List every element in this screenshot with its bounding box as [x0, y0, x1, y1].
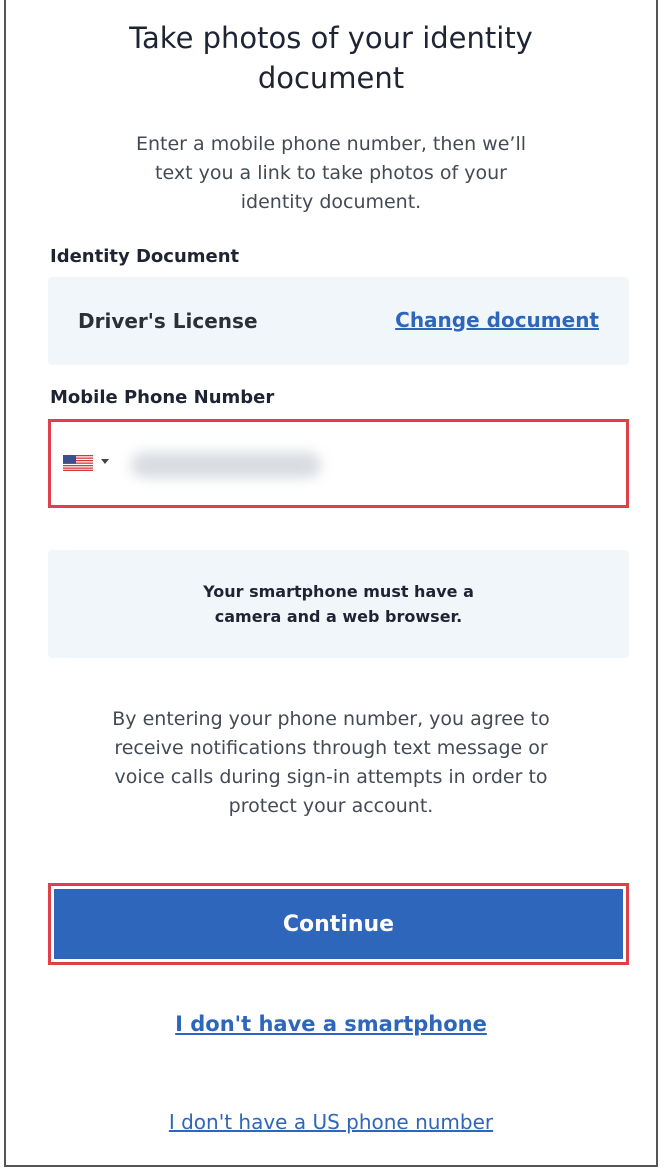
- mobile-phone-label: Mobile Phone Number: [50, 387, 275, 408]
- smartphone-requirement-text: Your smartphone must have a camera and a…: [203, 582, 474, 626]
- chevron-down-icon: [101, 459, 109, 464]
- us-flag-icon: [63, 455, 93, 471]
- change-document-link[interactable]: Change document: [395, 308, 599, 332]
- page-title: Take photos of your identity document: [129, 21, 533, 95]
- phone-input-container: [48, 419, 637, 508]
- continue-button-highlight: Continue: [48, 883, 629, 965]
- no-us-phone-link[interactable]: I don't have a US phone number: [6, 1110, 656, 1134]
- verification-panel: Take photos of your identity document En…: [4, 0, 658, 1167]
- identity-document-label: Identity Document: [50, 246, 240, 267]
- consent-text: By entering your phone number, you agree…: [112, 708, 550, 817]
- continue-button[interactable]: Continue: [54, 889, 623, 959]
- selected-document-name: Driver's License: [78, 309, 258, 333]
- no-smartphone-link[interactable]: I don't have a smartphone: [6, 1012, 656, 1036]
- intro-text: Enter a mobile phone number, then we’ll …: [135, 133, 527, 213]
- country-code-select[interactable]: [63, 453, 119, 475]
- smartphone-requirement-box: Your smartphone must have a camera and a…: [48, 550, 629, 658]
- phone-number-input[interactable]: [123, 424, 637, 506]
- document-selection-box: Driver's License Change document: [48, 277, 629, 365]
